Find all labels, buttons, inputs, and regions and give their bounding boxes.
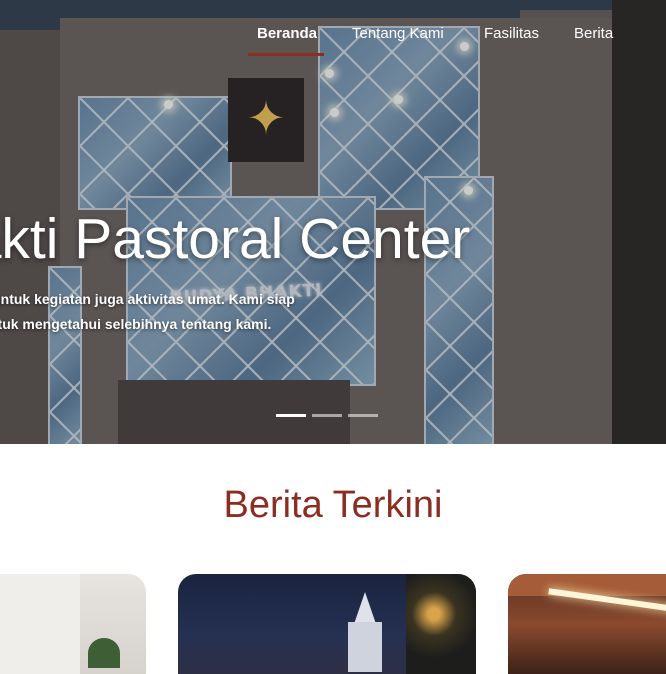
plant-icon [88,638,120,668]
nav-item-beranda[interactable]: Beranda [257,25,317,42]
carousel-indicator-1[interactable] [276,414,306,417]
tree-icon [406,574,476,674]
carousel-indicator-3[interactable] [348,414,378,417]
news-section-title: Berita Terkini [223,484,443,526]
news-card[interactable] [508,574,666,674]
top-navigation: Beranda Tentang Kami Fasilitas Berita [0,0,666,68]
hero-description-line: oki untuk kegiatan juga aktivitas umat. … [0,291,295,307]
carousel-indicator-2[interactable] [312,414,342,417]
hero-title: hakti Pastoral Center [0,207,471,271]
church-spire-icon [354,592,376,624]
news-card[interactable] [178,574,476,674]
nav-item-fasilitas[interactable]: Fasilitas [484,25,539,42]
news-card[interactable] [0,574,146,674]
hero-description: oki untuk kegiatan juga aktivitas umat. … [0,287,398,337]
nav-active-indicator [248,53,324,56]
nav-item-berita[interactable]: Berita [574,25,613,42]
nav-item-tentang-kami[interactable]: Tentang Kami [352,25,444,42]
hero-description-line: h untuk mengetahui selebihnya tentang ka… [0,316,272,332]
news-card-image [0,574,80,674]
